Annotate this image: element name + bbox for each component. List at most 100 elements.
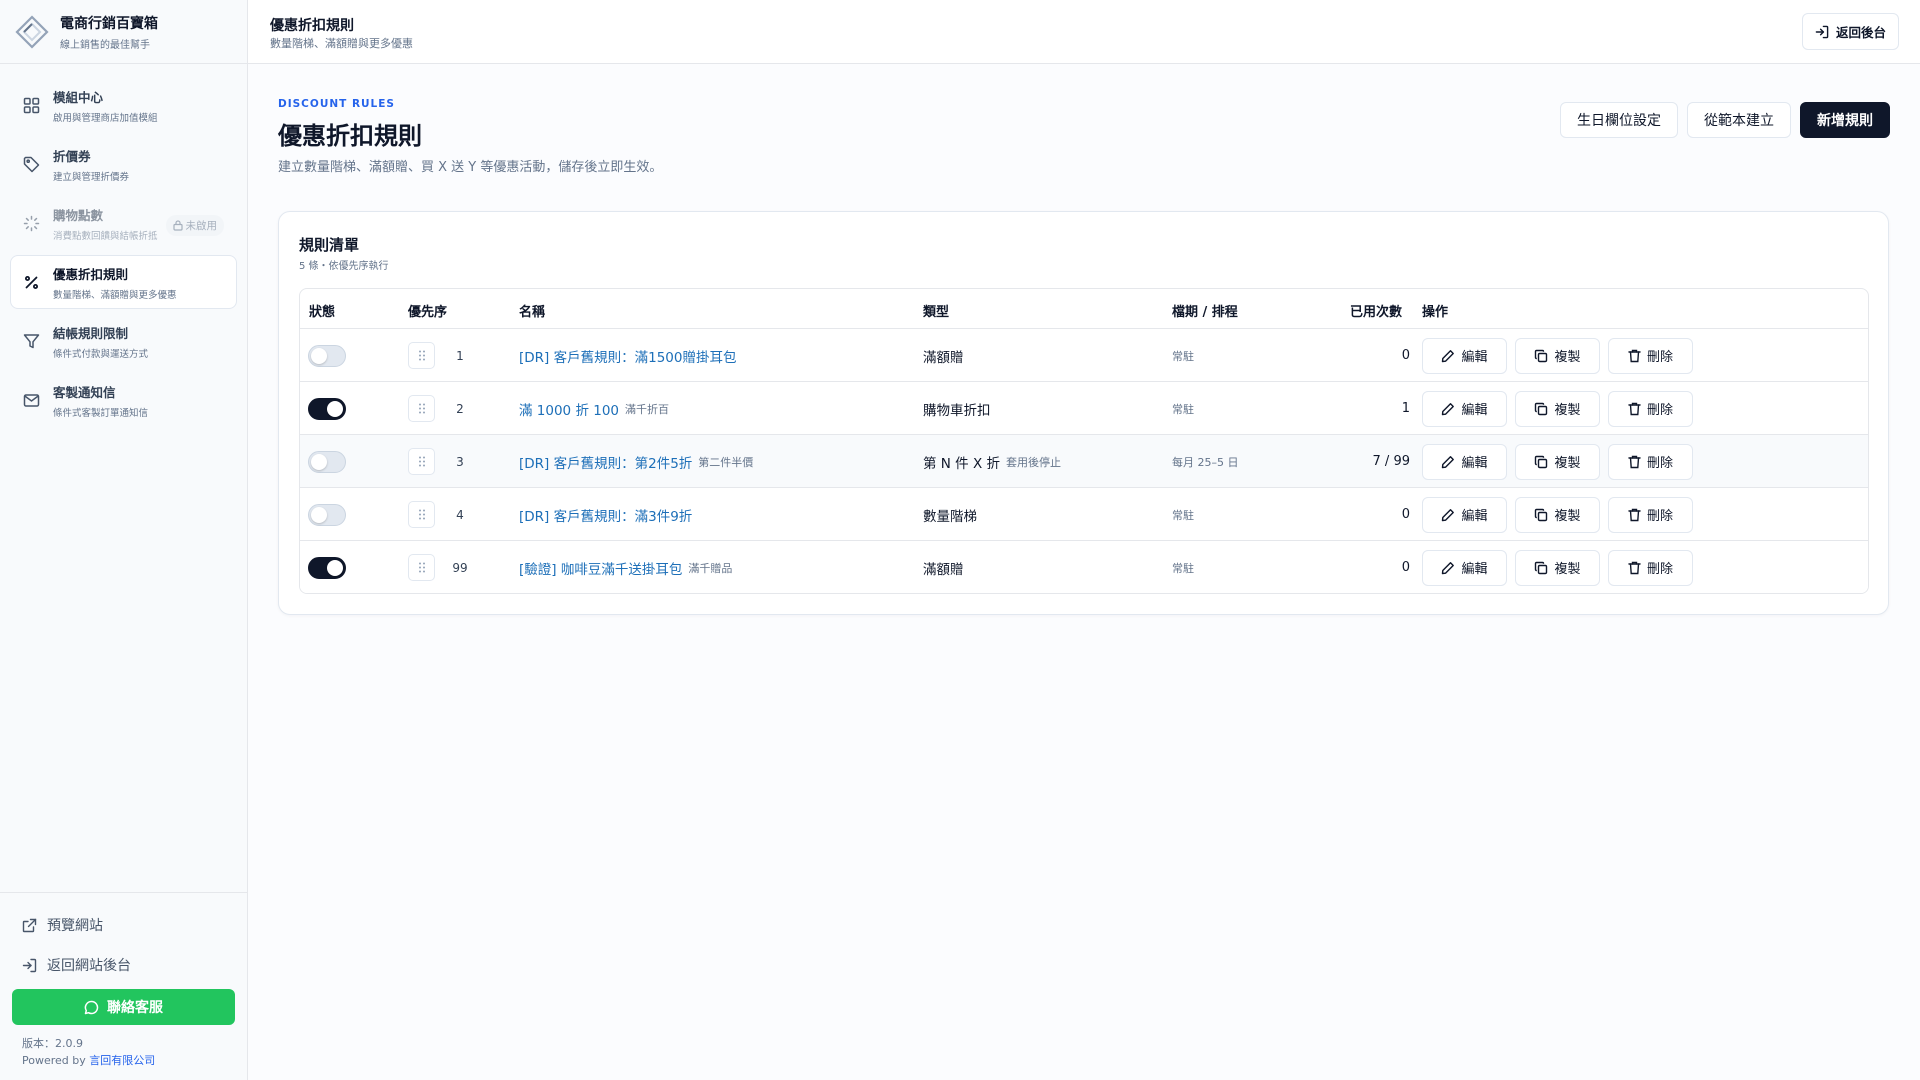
rule-schedule: 常駐 (1172, 349, 1194, 363)
rule-type: 購物車折扣 (923, 402, 991, 419)
drag-handle[interactable] (408, 501, 435, 528)
status-toggle[interactable] (308, 397, 346, 420)
rule-name-link[interactable]: [DR] 客戶舊規則：滿3件9折 (519, 505, 692, 525)
brand-logo-icon (14, 14, 50, 50)
rule-used-count: 0 (1401, 507, 1410, 522)
delete-label: 刪除 (1646, 456, 1673, 471)
rule-name-link[interactable]: [驗證] 咖啡豆滿千送掛耳包 (519, 558, 682, 578)
sidebar-item-custom-email[interactable]: 客製通知信 條件式客製訂單通知信 (10, 373, 237, 427)
rule-name-link[interactable]: 滿 1000 折 100 (519, 399, 619, 419)
preview-site-label: 預覽網站 (47, 918, 103, 934)
delete-button[interactable]: 刪除 (1608, 390, 1693, 427)
page-title: 優惠折扣規則 (278, 122, 422, 150)
create-from-template-button[interactable]: 從範本建立 (1687, 102, 1791, 138)
copy-icon (1534, 402, 1548, 416)
rule-name-link[interactable]: [DR] 客戶舊規則：滿1500贈掛耳包 (519, 346, 736, 366)
chat-icon (84, 1000, 99, 1015)
disabled-badge-label: 未啟用 (185, 220, 218, 232)
version-info: 版本：2.0.9 Powered by 言回有限公司 (12, 1035, 235, 1069)
delete-button[interactable]: 刪除 (1608, 549, 1693, 586)
sidebar-item-label: 客製通知信 (53, 384, 116, 400)
edit-button[interactable]: 編輯 (1422, 337, 1507, 374)
edit-button[interactable]: 編輯 (1422, 549, 1507, 586)
column-header-status: 狀態 (309, 305, 336, 320)
company-link[interactable]: 言回有限公司 (89, 1054, 155, 1067)
priority-value: 1 (456, 348, 464, 363)
grip-vertical-icon (418, 509, 426, 520)
priority-value: 3 (456, 454, 464, 469)
column-header-used: 已用次數 (1350, 305, 1403, 320)
sidebar-item-label: 結帳規則限制 (53, 325, 129, 341)
mail-icon (21, 390, 41, 410)
rule-note: 第二件半價 (698, 455, 754, 469)
rules-card-title: 規則清單 (299, 236, 360, 254)
sidebar-item-checkout-rules[interactable]: 結帳規則限制 條件式付款與運送方式 (10, 314, 237, 368)
copy-button[interactable]: 複製 (1515, 390, 1600, 427)
sidebar-item-label: 模組中心 (53, 89, 104, 105)
sidebar-item-sub: 消費點數回饋與結帳折抵 (53, 230, 158, 242)
rules-card-subtitle: 5 條・依優先序執行 (299, 261, 389, 272)
version-text: 版本：2.0.9 (22, 1037, 83, 1050)
sidebar-item-points: 購物點數 消費點數回饋與結帳折抵 未啟用 (10, 196, 237, 250)
sidebar-item-sub: 條件式付款與運送方式 (53, 348, 149, 360)
back-to-admin-label: 返回後台 (1835, 25, 1886, 40)
sidebar-item-coupons[interactable]: 折價券 建立與管理折價券 (10, 137, 237, 191)
status-toggle[interactable] (308, 503, 346, 526)
contact-support-button[interactable]: 聯絡客服 (12, 989, 235, 1025)
status-toggle[interactable] (308, 556, 346, 579)
edit-label: 編輯 (1461, 403, 1488, 418)
birthday-field-settings-button[interactable]: 生日欄位設定 (1560, 102, 1678, 138)
sidebar-item-discount-rules[interactable]: 優惠折扣規則 數量階梯、滿額贈與更多優惠 (10, 255, 237, 309)
rule-name-link[interactable]: [DR] 客戶舊規則：第2件5折 (519, 452, 692, 472)
copy-label: 複製 (1554, 350, 1581, 365)
lock-icon (172, 220, 183, 231)
edit-button[interactable]: 編輯 (1422, 496, 1507, 533)
log-in-icon (22, 958, 37, 973)
copy-button[interactable]: 複製 (1515, 496, 1600, 533)
back-to-site-admin-link[interactable]: 返回網站後台 (12, 945, 235, 985)
edit-label: 編輯 (1461, 350, 1488, 365)
table-header: 狀態 優先序 名稱 類型 檔期 / 排程 已用次數 操作 (300, 289, 1868, 329)
rule-type: 滿額贈 (923, 561, 964, 578)
toggle-knob (327, 559, 343, 576)
drag-handle[interactable] (408, 554, 435, 581)
pencil-icon (1441, 508, 1455, 522)
new-rule-button[interactable]: 新增規則 (1800, 102, 1890, 138)
percent-icon (21, 272, 41, 292)
drag-handle[interactable] (408, 342, 435, 369)
rule-used-count: 0 (1401, 348, 1410, 363)
rule-schedule: 常駐 (1172, 561, 1194, 575)
rule-note: 滿千折百 (625, 402, 669, 416)
copy-button[interactable]: 複製 (1515, 337, 1600, 374)
sidebar-item-label: 折價券 (53, 148, 91, 164)
copy-button[interactable]: 複製 (1515, 549, 1600, 586)
toggle-knob (311, 506, 327, 523)
delete-button[interactable]: 刪除 (1608, 496, 1693, 533)
main-content: DISCOUNT RULES 優惠折扣規則 建立數量階梯、滿額贈、買 X 送 Y… (248, 64, 1920, 1080)
copy-label: 複製 (1554, 509, 1581, 524)
trash-icon (1628, 402, 1641, 416)
status-toggle[interactable] (308, 450, 346, 473)
back-to-admin-button[interactable]: 返回後台 (1801, 13, 1899, 50)
edit-button[interactable]: 編輯 (1422, 443, 1507, 480)
copy-button[interactable]: 複製 (1515, 443, 1600, 480)
sidebar-item-modules[interactable]: 模組中心 啟用與管理商店加值模組 (10, 78, 237, 132)
status-toggle[interactable] (308, 344, 346, 367)
delete-button[interactable]: 刪除 (1608, 337, 1693, 374)
column-header-type: 類型 (923, 305, 950, 320)
pencil-icon (1441, 561, 1455, 575)
copy-label: 複製 (1554, 403, 1581, 418)
topbar: 優惠折扣規則 數量階梯、滿額贈與更多優惠 返回後台 (248, 0, 1920, 64)
sidebar-item-sub: 數量階梯、滿額贈與更多優惠 (53, 289, 177, 301)
column-header-schedule: 檔期 / 排程 (1172, 305, 1238, 320)
drag-handle[interactable] (408, 448, 435, 475)
edit-label: 編輯 (1461, 562, 1488, 577)
preview-site-link[interactable]: 預覽網站 (12, 905, 235, 945)
log-in-icon (1815, 25, 1829, 39)
drag-handle[interactable] (408, 395, 435, 422)
delete-button[interactable]: 刪除 (1608, 443, 1693, 480)
table-row: 1 [DR] 客戶舊規則：滿1500贈掛耳包 滿額贈 常駐 0 編輯 複製 刪除 (300, 329, 1868, 382)
loader-icon (21, 213, 41, 233)
sidebar-footer: 預覽網站 返回網站後台 聯絡客服 版本：2.0.9 Powered by 言回有… (0, 892, 247, 1080)
edit-button[interactable]: 編輯 (1422, 390, 1507, 427)
